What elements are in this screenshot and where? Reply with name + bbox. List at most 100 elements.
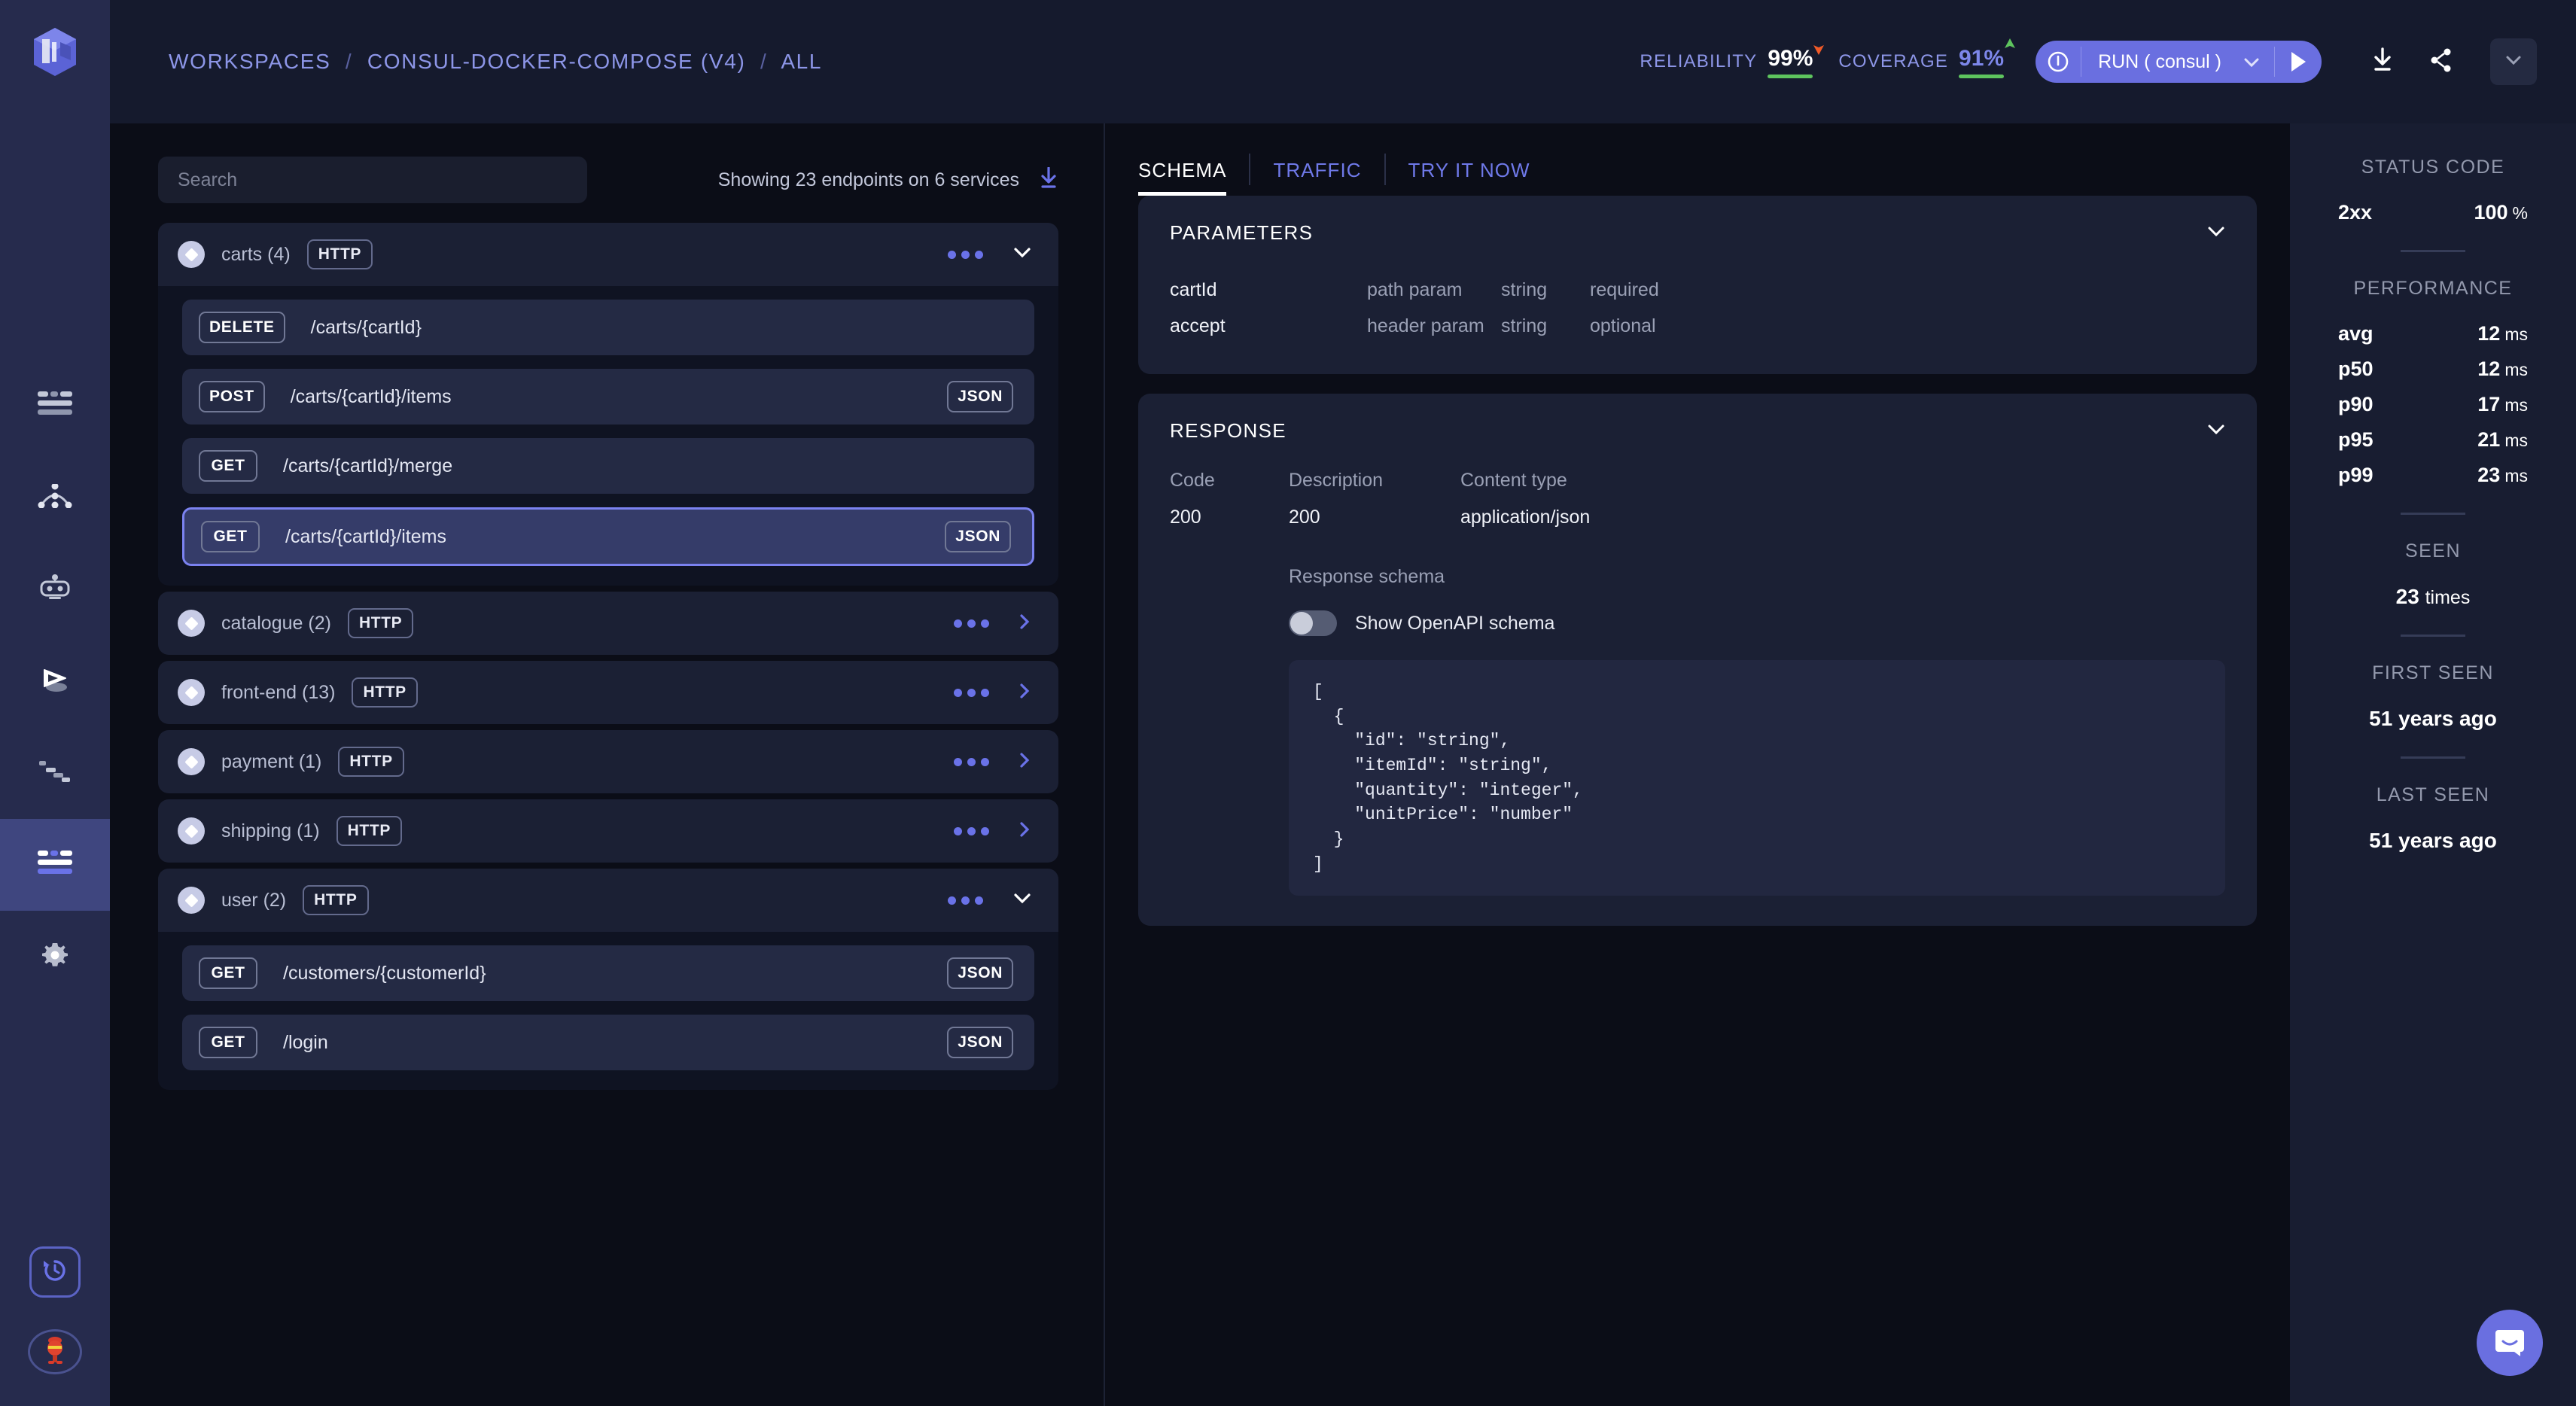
main-body: Showing 23 endpoints on 6 services carts… — [110, 123, 2576, 1406]
download-icon[interactable] — [1039, 166, 1058, 193]
table-row: 200 200 application/json — [1170, 507, 2225, 528]
endpoint-format-badge: JSON — [947, 1027, 1013, 1058]
sidebar-item-replay[interactable] — [0, 635, 110, 727]
avatar-icon — [42, 1334, 68, 1370]
performance-row: p90 17 ms — [2313, 393, 2553, 416]
service-header[interactable]: front-end (13) HTTP — [158, 661, 1058, 724]
chevron-down-icon[interactable] — [2207, 226, 2225, 241]
search-box[interactable] — [158, 157, 587, 203]
more-dots-icon[interactable] — [954, 688, 989, 697]
history-clock-icon — [41, 1256, 69, 1289]
service-name: payment (1) — [221, 750, 322, 772]
list-icon — [38, 850, 72, 880]
endpoint-row[interactable]: DELETE/carts/{cartId} — [182, 300, 1034, 355]
run-button-label: RUN ( consul ) — [2098, 50, 2221, 72]
performance-unit: ms — [2504, 431, 2528, 450]
service-name: carts (4) — [221, 243, 291, 265]
service-protocol-badge: HTTP — [347, 608, 414, 638]
endpoint-method-badge: POST — [199, 381, 265, 412]
steps-icon — [39, 759, 71, 787]
divider — [2401, 635, 2465, 637]
showing-group: Showing 23 endpoints on 6 services — [718, 166, 1058, 193]
chevron-right-icon[interactable] — [1019, 683, 1031, 702]
more-dots-icon[interactable] — [954, 826, 989, 835]
service-header[interactable]: payment (1) HTTP — [158, 730, 1058, 793]
chevron-right-icon[interactable] — [1019, 613, 1031, 633]
parameter-location: header param — [1367, 315, 1484, 336]
breadcrumb-separator: / — [345, 50, 353, 73]
chevron-down-icon[interactable] — [2244, 51, 2259, 73]
more-dots-icon[interactable] — [954, 619, 989, 628]
response-schema-code: [ { "id": "string", "itemId": "string", … — [1313, 682, 1583, 874]
performance-value-group: 17 ms — [2477, 393, 2528, 416]
service-status-icon — [178, 817, 205, 845]
intercom-launcher-button[interactable] — [2477, 1310, 2543, 1376]
service-actions — [954, 821, 1031, 841]
sidebar-item-mocks[interactable] — [0, 543, 110, 635]
performance-value: 12 — [2477, 358, 2501, 380]
tab-traffic[interactable]: TRAFFIC — [1250, 159, 1384, 196]
show-openapi-schema-toggle[interactable] — [1289, 610, 1337, 636]
sidebar-item-topology[interactable] — [0, 452, 110, 543]
performance-value: 21 — [2477, 428, 2501, 451]
parameter-row: accept header param string optional — [1170, 308, 2225, 344]
service-protocol-badge: HTTP — [336, 816, 402, 846]
left-nav-rail — [0, 0, 110, 1406]
breadcrumb-separator: / — [760, 50, 768, 73]
tab-schema[interactable]: SCHEMA — [1138, 159, 1249, 196]
chevron-down-icon[interactable] — [1013, 247, 1031, 262]
sidebar-item-diffs[interactable] — [0, 727, 110, 819]
service-group: shipping (1) HTTP — [158, 799, 1058, 863]
service-name: front-end (13) — [221, 681, 336, 703]
download-button[interactable] — [2359, 38, 2406, 85]
service-header[interactable]: user (2) HTTP — [158, 869, 1058, 932]
performance-key: p90 — [2338, 393, 2374, 415]
service-header[interactable]: carts (4) HTTP — [158, 223, 1058, 286]
search-input[interactable] — [178, 169, 568, 191]
app-container: WORKSPACES / CONSUL-DOCKER-COMPOSE (V4) … — [110, 0, 2576, 1406]
breadcrumb-workspaces[interactable]: WORKSPACES — [169, 50, 330, 73]
run-button[interactable]: RUN ( consul ) — [2036, 41, 2322, 83]
parameter-type: string — [1501, 278, 1548, 300]
run-button-label-group[interactable]: RUN ( consul ) — [2081, 41, 2274, 83]
more-options-button[interactable] — [2490, 38, 2537, 85]
reliability-value: 99% — [1768, 45, 1813, 71]
service-actions — [954, 752, 1031, 771]
chevron-right-icon[interactable] — [1019, 821, 1031, 841]
response-schema-code-block: [ { "id": "string", "itemId": "string", … — [1289, 660, 2225, 896]
sidebar-item-api-catalog[interactable] — [0, 819, 110, 911]
sidebar-item-settings[interactable] — [0, 911, 110, 1003]
app-logo-icon[interactable] — [26, 23, 84, 81]
play-icon[interactable] — [2275, 41, 2322, 83]
sidebar-item-list-view[interactable] — [0, 360, 110, 452]
more-dots-icon[interactable] — [948, 250, 983, 259]
response-card: RESPONSE Code Description Content type 2… — [1138, 394, 2257, 927]
tab-try-it-now[interactable]: TRY IT NOW — [1386, 159, 1553, 196]
share-button[interactable] — [2418, 38, 2465, 85]
more-dots-icon[interactable] — [954, 757, 989, 766]
divider — [2401, 513, 2465, 515]
chevron-down-icon[interactable] — [2207, 424, 2225, 439]
service-header[interactable]: catalogue (2) HTTP — [158, 592, 1058, 655]
endpoint-row[interactable]: GET/login JSON — [182, 1015, 1034, 1070]
endpoint-row[interactable]: GET/carts/{cartId}/merge — [182, 438, 1034, 494]
endpoint-row[interactable]: POST/carts/{cartId}/items JSON — [182, 369, 1034, 425]
endpoint-row-selected[interactable]: GET/carts/{cartId}/items JSON — [182, 507, 1034, 566]
breadcrumb-all[interactable]: ALL — [781, 50, 822, 73]
schema-panel: SCHEMA TRAFFIC TRY IT NOW PARAMETERS car… — [1105, 123, 2290, 1406]
chevron-right-icon[interactable] — [1019, 752, 1031, 771]
breadcrumb-workspace[interactable]: CONSUL-DOCKER-COMPOSE (V4) — [367, 50, 746, 73]
endpoint-row[interactable]: GET/customers/{customerId} JSON — [182, 945, 1034, 1001]
response-description: 200 — [1289, 507, 1320, 528]
service-header[interactable]: shipping (1) HTTP — [158, 799, 1058, 863]
endpoint-path: /carts/{cartId} — [310, 316, 422, 338]
chevron-down-icon[interactable] — [1013, 893, 1031, 908]
more-dots-icon[interactable] — [948, 896, 983, 905]
avatar[interactable] — [28, 1329, 82, 1374]
rail-bottom-items — [0, 1246, 110, 1374]
trend-up-icon — [2004, 38, 2016, 58]
sidebar-item-history[interactable] — [29, 1246, 81, 1298]
endpoint-format-badge: JSON — [945, 521, 1011, 552]
reliability-metric: RELIABILITY 99% — [1640, 44, 1825, 78]
openapi-toggle-row: Show OpenAPI schema — [1289, 610, 2225, 636]
